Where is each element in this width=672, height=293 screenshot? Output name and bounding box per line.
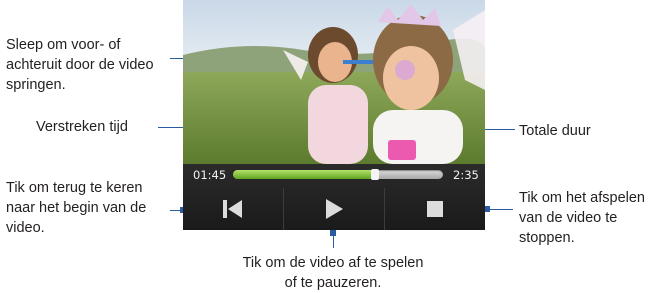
video-frame [183,0,485,164]
total-callout-text: Totale duur [519,123,591,139]
control-buttons [183,188,485,230]
stop-callout-text: Tik om het afspelen van de video te stop… [519,190,645,246]
seek-bar-progress [233,170,376,179]
playpause-callout-text: Tik om de video af te spelen of te pauze… [242,255,424,291]
play-pause-button[interactable] [284,188,385,230]
total-duration: 2:35 [453,168,479,182]
seek-handle[interactable] [371,169,380,180]
playback-controls: 01:45 2:35 [183,164,485,230]
stop-icon [427,201,443,217]
play-icon [326,199,343,219]
skip-to-start-icon [223,200,242,218]
stop-button[interactable] [385,188,485,230]
video-player: 01:45 2:35 [183,0,485,230]
playpause-callout-dot [330,230,336,236]
restart-button[interactable] [183,188,284,230]
restart-callout-text: Tik om terug te keren naar het begin van… [6,180,147,236]
elapsed-callout-text: Verstreken tijd [36,119,128,135]
elapsed-time: 01:45 [193,168,227,182]
seek-bar[interactable] [233,169,443,180]
seek-callout-text: Sleep om voor- of achteruit door de vide… [6,37,154,93]
